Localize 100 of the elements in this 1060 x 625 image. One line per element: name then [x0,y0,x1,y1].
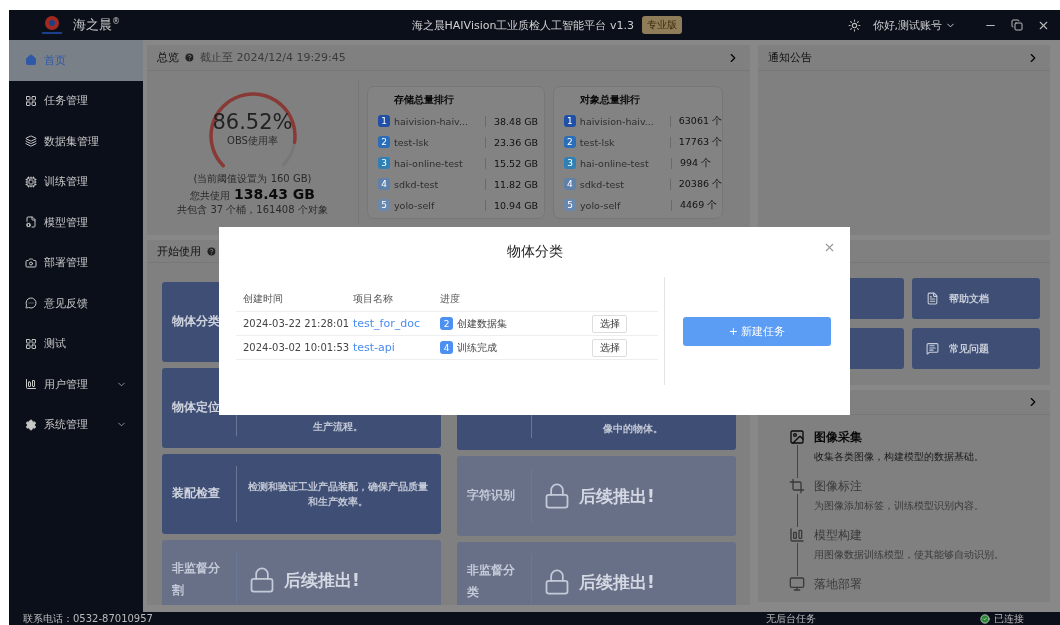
coming-soon-text: 后续推出! [579,570,655,594]
bucket-name: sdkd-test [579,178,671,190]
bucket-name: sdkd-test [394,178,486,190]
lock-icon [543,568,571,596]
step-title: 图像标注 [814,478,863,495]
bucket-name: test-lsk [579,136,671,148]
contact-phone: 联系电话：0532-87010957 [23,611,153,625]
nav-item[interactable]: 训练管理 [9,161,143,202]
bucket-name: yolo-self [394,199,486,211]
task-card[interactable]: 装配检查 检测和验证工业产品装配，确保产品质量和生产效率。 [162,454,441,534]
nav-label: 用户管理 [44,376,89,392]
edition-badge: 专业版 [641,16,682,34]
nav-icon [25,297,37,310]
lock-icon [543,482,571,510]
ranking-title: 存储总量排行 [394,92,455,107]
nav-icon [25,54,37,67]
card-description: 生产流程。 [312,420,364,434]
nav-item[interactable]: 任务管理 [9,80,143,121]
rank-number: 2 [378,136,390,148]
rank-number: 1 [564,115,576,127]
restore-icon[interactable] [1011,19,1023,31]
rank-number: 5 [564,199,576,211]
brand-name: 海之晨$^{®}$ [73,16,120,34]
created-time: 2024-03-02 10:01:53 [243,342,351,353]
bucket-name: yolo-self [580,199,672,211]
ranking-value: 17763 个 [678,135,722,149]
ranking-value: 38.48 GB [494,115,539,127]
nav-item[interactable]: 意见反馈 [9,283,143,324]
step-badge: 2 [440,317,453,330]
nav-label: 部署管理 [44,255,89,271]
bucket-name: haivision-haiv... [579,115,671,127]
nav-label: 任务管理 [44,93,89,109]
user-menu[interactable]: 你好,测试账号 [872,17,956,33]
card-description: 检测和验证工业产品装配，确保产品质量和生产效率。 [247,480,429,509]
nav-icon [25,378,37,391]
nav-icon [25,337,37,350]
column-header: 项目名称 [353,292,394,306]
nav-label: 首页 [44,52,67,68]
ranking-value: 20386 个 [678,177,722,191]
nav-item[interactable]: 用户管理 [9,364,143,405]
rank-number: 5 [378,199,390,211]
theme-toggle-icon[interactable] [847,18,861,32]
ranking-value: 11.82 GB [494,178,539,190]
gauge-label: OBS使用率 [227,133,278,148]
step-title: 落地部署 [814,576,862,593]
nav-item[interactable]: 系统管理 [9,404,143,445]
nav-item[interactable]: 测试 [9,323,143,364]
bucket-name: test-lsk [394,136,486,148]
threshold-text: (当前阈值设置为 160 GB) [193,171,312,186]
nav-item[interactable]: 模型管理 [9,202,143,243]
ranking-value: 994 个 [680,156,712,170]
ranking-value: 15.52 GB [494,157,539,169]
panel-title: 通知公告 [768,50,812,65]
card-title: 非监督分割 [172,560,221,599]
nav-item[interactable]: 数据集管理 [9,121,143,162]
rank-number: 1 [378,115,390,127]
card-description: 像中的物体。 [602,422,664,436]
nav-label: 模型管理 [44,214,89,230]
lock-icon [248,566,276,594]
card-title: 装配检查 [172,485,221,503]
ranking-value: 63061 个 [678,114,722,128]
help-icon[interactable] [206,245,217,257]
nav-label: 系统管理 [44,417,89,433]
quick-link-button[interactable]: 常见问题 [911,328,1040,369]
logo-icon [39,13,65,37]
step-description: 收集各类图像，构建模型的数据基础。 [814,450,984,464]
card-title: 物体分类 [172,313,221,331]
bucket-name: hai-online-test [580,157,672,169]
ranking-title: 对象总量排行 [580,92,641,107]
nav-icon [25,135,37,148]
nav-label: 训练管理 [44,174,89,190]
rank-number: 4 [378,178,390,190]
nav-icon [25,175,37,188]
ranking-value: 23.36 GB [494,136,539,148]
progress-status: 创建数据集 [457,316,507,331]
nav-icon [25,418,37,431]
panel-title: 总览 [157,50,179,65]
used-value: 138.43 GB [233,185,316,202]
rank-number: 3 [564,157,576,169]
connection-status: 已连接 [994,611,1024,625]
step-title: 图像采集 [814,429,863,446]
rank-number: 3 [378,157,390,169]
help-icon[interactable] [184,52,195,63]
quick-link-button[interactable]: 帮助文档 [911,278,1040,319]
progress-status: 训练完成 [457,340,497,355]
ranking-value: 10.94 GB [494,199,539,211]
bucket-name: haivision-haiv... [394,115,486,127]
column-header: 进度 [440,292,461,306]
summary-text: 共包含 37 个桶，161408 个对象 [177,202,328,217]
document-icon [925,292,939,305]
created-time: 2024-03-22 21:28:01 [243,318,351,329]
rank-number: 4 [564,178,576,190]
select-button[interactable]: 选择 [592,338,627,357]
rank-number: 2 [564,136,576,148]
nav-icon [25,216,37,229]
nav-label: 数据集管理 [44,133,100,149]
nav-item[interactable]: 部署管理 [9,242,143,283]
select-button[interactable]: 选择 [592,314,627,333]
used-label: 您共使用 [189,188,230,203]
bucket-name: hai-online-test [394,157,486,169]
